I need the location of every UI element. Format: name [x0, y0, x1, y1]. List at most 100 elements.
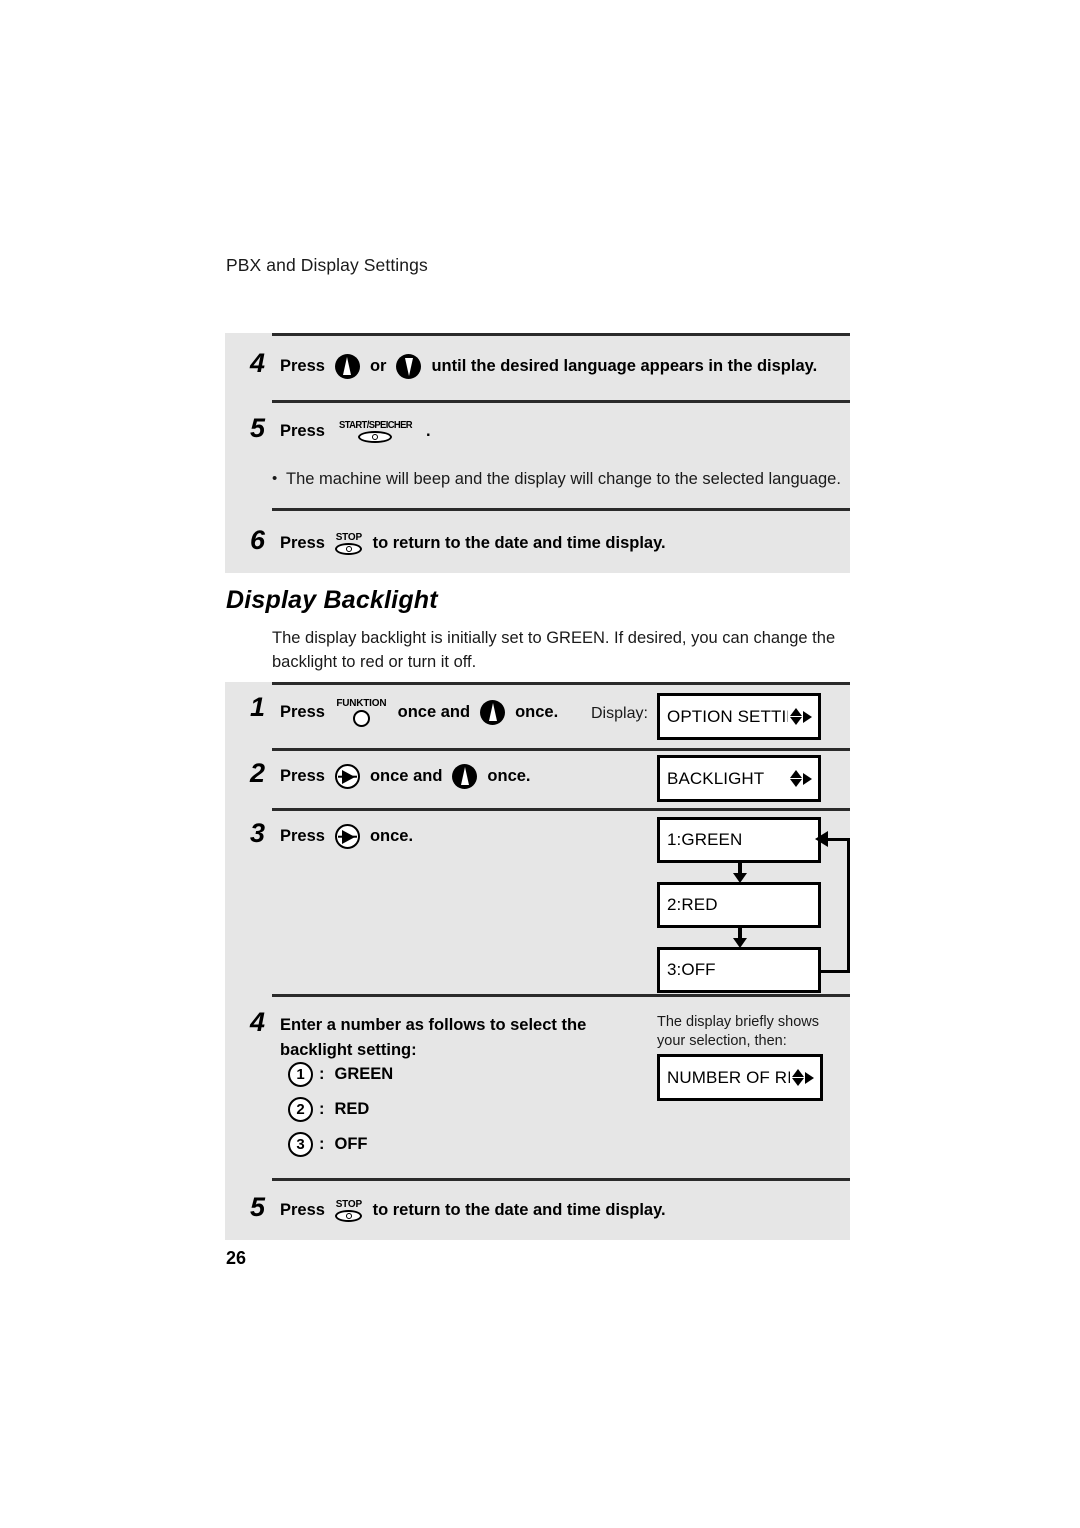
key-oval-glyph — [358, 431, 393, 444]
step-5-bullet: • The machine will beep and the display … — [272, 468, 842, 490]
up-down-arrow-icon — [792, 1068, 804, 1087]
lcd-number-of-ring: NUMBER OF RING — [657, 1054, 823, 1101]
triangle-down-icon — [792, 1078, 804, 1087]
step-6-language: 6 Press STOP to return to the date and t… — [250, 527, 666, 556]
key-label: STOP — [335, 1197, 362, 1210]
triangle-right-icon — [803, 772, 812, 785]
number-key-3-icon[interactable]: 3 — [288, 1132, 313, 1157]
period: . — [425, 422, 431, 440]
step-tail: to return to the date and time display. — [372, 534, 666, 552]
step-number: 4 — [250, 348, 266, 378]
step-text: Press or until the desired language appe… — [280, 350, 817, 379]
up-arrow-key-icon[interactable] — [334, 354, 360, 379]
key-label: START/SPEICHER — [339, 418, 413, 431]
step-line-1: Enter a number as follows to select the — [280, 1016, 587, 1034]
step-text: Enter a number as follows to select the … — [280, 1009, 586, 1063]
number-key-1-icon[interactable]: 1 — [288, 1062, 313, 1087]
lcd-cycle-green: 1:GREEN — [657, 817, 821, 863]
step-4-language: 4 Press or until the desired language ap… — [250, 350, 817, 379]
lcd-text: BACKLIGHT — [667, 768, 765, 788]
panel-rule — [272, 748, 850, 751]
lcd-option-setting: OPTION SETTING — [657, 693, 821, 740]
panel-rule — [272, 994, 850, 997]
option-label: RED — [334, 1100, 370, 1118]
option-label: OFF — [334, 1135, 368, 1153]
right-arrow-key-icon[interactable] — [334, 824, 360, 849]
press-label: Press — [280, 1201, 325, 1219]
funktion-key-icon[interactable]: FUNKTION — [335, 698, 388, 727]
or-label: or — [369, 357, 387, 375]
step-number: 2 — [250, 758, 266, 788]
step-5-language: 5 Press START/SPEICHER . — [250, 415, 431, 444]
key-circle-glyph — [352, 709, 370, 727]
down-arrow-key-icon[interactable] — [396, 354, 422, 379]
lcd-backlight: BACKLIGHT — [657, 755, 821, 802]
triangle-right-icon — [805, 1071, 814, 1084]
triangle-down-icon — [790, 717, 802, 726]
up-arrow-key-icon[interactable] — [452, 764, 478, 789]
lcd-text: 2:RED — [667, 895, 718, 914]
press-label: Press — [280, 534, 325, 552]
option-off: 3 : OFF — [288, 1132, 368, 1157]
step-number: 4 — [250, 1007, 266, 1037]
display-note: The display briefly shows your selection… — [657, 1013, 837, 1051]
step-text: Press STOP to return to the date and tim… — [280, 1194, 666, 1223]
option-separator: : — [319, 1100, 325, 1118]
step-tail: to return to the date and time display. — [372, 1201, 666, 1219]
step-tail: until the desired language appears in th… — [431, 357, 818, 375]
key-label: FUNKTION — [336, 697, 387, 709]
display-note-line-1: The display briefly shows — [657, 1014, 819, 1030]
cycle-loop-top — [828, 838, 850, 841]
step-4-backlight: 4 Enter a number as follows to select th… — [250, 1009, 586, 1063]
lcd-arrow-indicators — [792, 1068, 814, 1087]
end-label: once. — [515, 702, 559, 721]
option-label: GREEN — [334, 1065, 394, 1083]
lcd-cycle-off: 3:OFF — [657, 947, 821, 993]
press-label: Press — [280, 767, 325, 785]
step-text: Press START/SPEICHER . — [280, 415, 431, 444]
option-green: 1 : GREEN — [288, 1062, 393, 1087]
panel-rule — [272, 1178, 850, 1181]
cycle-loop-right — [847, 839, 850, 973]
start-speicher-key-icon[interactable]: START/SPEICHER — [335, 420, 416, 444]
display-label: Display: — [591, 705, 648, 722]
key-label: STOP — [335, 530, 362, 543]
stop-key-icon[interactable]: STOP — [335, 1199, 363, 1223]
step-1-backlight: 1 Press FUNKTION once and once. — [250, 694, 558, 727]
cycle-loop-bottom — [821, 970, 850, 973]
stop-key-icon[interactable]: STOP — [335, 532, 363, 556]
triangle-up-icon — [790, 707, 802, 716]
key-oval-glyph — [335, 543, 363, 556]
lcd-cycle-red: 2:RED — [657, 882, 821, 928]
number-key-2-icon[interactable]: 2 — [288, 1097, 313, 1122]
press-label: Press — [280, 827, 325, 845]
cycle-loop-arrowhead — [815, 831, 828, 847]
panel-rule — [272, 508, 850, 511]
triangle-up-icon — [790, 769, 802, 778]
step-number: 5 — [250, 1192, 266, 1222]
triangle-right-icon — [803, 710, 812, 723]
step-text: Press STOP to return to the date and tim… — [280, 527, 666, 556]
step-number: 5 — [250, 413, 266, 443]
panel-rule — [272, 400, 850, 403]
panel-rule — [272, 333, 850, 336]
lcd-arrow-indicators — [790, 707, 812, 726]
lcd-text: 1:GREEN — [667, 830, 743, 849]
end-label: once. — [369, 827, 414, 845]
step-number: 1 — [250, 692, 266, 722]
lcd-text: 3:OFF — [667, 960, 716, 979]
lcd-text: NUMBER OF RING — [667, 1067, 790, 1087]
end-label: once. — [487, 767, 531, 785]
right-arrow-key-icon[interactable] — [334, 764, 360, 789]
press-label: Press — [280, 422, 325, 440]
option-separator: : — [319, 1135, 325, 1153]
up-arrow-key-icon[interactable] — [480, 699, 506, 725]
step-line-2: backlight setting: — [280, 1041, 417, 1059]
step-number: 3 — [250, 818, 266, 848]
lcd-arrow-indicators — [790, 769, 812, 788]
cycle-arrow-down — [738, 928, 742, 939]
manual-page: PBX and Display Settings 4 Press or unti… — [0, 0, 1080, 1528]
step-2-backlight: 2 Press once and once. — [250, 760, 531, 789]
page-number: 26 — [226, 1248, 247, 1268]
step-5-backlight: 5 Press STOP to return to the date and t… — [250, 1194, 666, 1223]
